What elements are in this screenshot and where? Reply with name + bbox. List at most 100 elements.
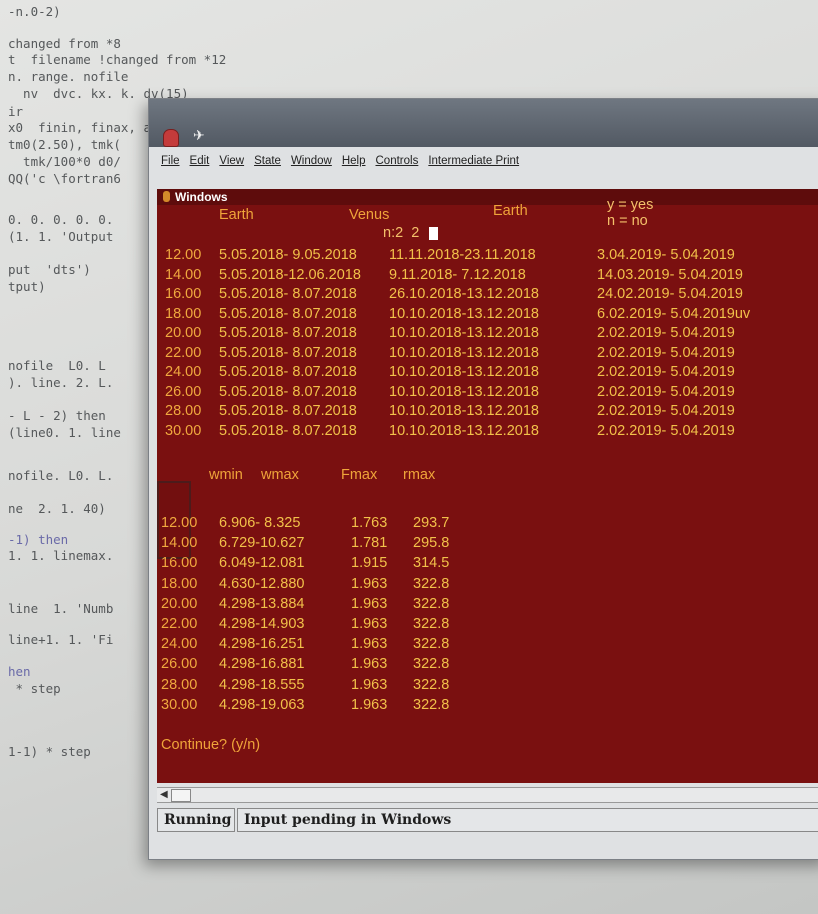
code-line: t filename !changed from *12 <box>8 52 227 67</box>
table1-cell-b: 10.10.2018-13.12.2018 <box>389 325 539 341</box>
menu-bar: File Edit View State Window Help Controls Inter… <box>149 155 519 177</box>
code-line: - L - 2) then <box>8 408 106 423</box>
table2-cell-w: 4.298-16.251 <box>219 636 305 653</box>
table1-cell-t: 18.00 <box>165 305 202 322</box>
menu-item-edit[interactable]: Edit <box>190 155 210 177</box>
table1-cell-c: 24.02.2019- 5.04.2019 <box>597 286 743 302</box>
table1-cell-a: 5.05.2018- 8.07.2018 <box>219 383 357 400</box>
table1-cell-b: 10.10.2018-13.12.2018 <box>389 344 539 361</box>
table1-cell-t: 12.00 <box>165 247 202 263</box>
col-header-wmax: wmax <box>261 467 299 483</box>
table1-cell-b: 10.10.2018-13.12.2018 <box>389 383 539 400</box>
code-line: 1. 1. linemax. <box>8 548 114 563</box>
table1-cell-a: 5.05.2018- 9.05.2018 <box>219 247 357 263</box>
code-line: put 'dts') <box>8 262 91 277</box>
table2-cell-t: 30.00 <box>161 696 198 713</box>
menu-item-controls[interactable]: Controls <box>376 155 419 177</box>
table1-cell-c: 14.03.2019- 5.04.2019 <box>597 266 743 283</box>
table2-cell-w: 6.906- 8.325 <box>219 515 301 531</box>
code-line: tmk/100*0 d0/ <box>8 154 121 169</box>
legend-no: n = no <box>607 213 648 229</box>
table1-cell-t: 16.00 <box>165 286 202 302</box>
table1-cell-b: 26.10.2018-13.12.2018 <box>389 286 539 302</box>
table2-cell-r: 322.8 <box>413 696 450 713</box>
table2-cell-r: 322.8 <box>413 636 450 653</box>
table1-cell-t: 24.00 <box>165 364 202 380</box>
menu-item-view[interactable]: View <box>219 155 244 177</box>
table2-cell-w: 4.298-13.884 <box>219 595 305 612</box>
table2-cell-t: 18.00 <box>161 575 198 592</box>
col-header-wmin: wmin <box>209 467 243 483</box>
table1-cell-a: 5.05.2018- 8.07.2018 <box>219 364 357 380</box>
table2-cell-f: 1.963 <box>351 636 388 653</box>
table2-cell-f: 1.963 <box>351 656 388 673</box>
table2-cell-t: 20.00 <box>161 595 198 612</box>
table2-cell-w: 4.298-19.063 <box>219 696 305 713</box>
table2-cell-w: 6.049-12.081 <box>219 555 305 572</box>
table2-cell-w: 4.298-16.881 <box>219 656 305 673</box>
table1-cell-t: 28.00 <box>165 403 202 419</box>
table2-cell-t: 28.00 <box>161 676 198 693</box>
console-window[interactable]: Windows Earth Venus Earth y = yes n = no… <box>157 189 818 783</box>
table2-cell-f: 1.915 <box>351 555 388 572</box>
code-line: tput) <box>8 279 46 294</box>
input-prompt[interactable]: n:2 2 <box>383 225 419 241</box>
table2-cell-t: 16.00 <box>161 555 198 572</box>
console-title-bar: Windows <box>157 189 818 205</box>
table1-cell-c: 2.02.2019- 5.04.2019 <box>597 364 735 380</box>
table2-cell-w: 4.298-14.903 <box>219 616 305 632</box>
menu-item-window[interactable]: Window <box>291 155 332 177</box>
code-line: hen <box>8 664 31 679</box>
table1-cell-a: 5.05.2018- 8.07.2018 <box>219 422 357 439</box>
pin-icon[interactable]: ✈ <box>193 127 205 144</box>
code-line: tm0(2.50), tmk( <box>8 137 121 152</box>
code-line: changed from *8 <box>8 36 121 51</box>
table1-cell-t: 14.00 <box>165 266 202 283</box>
table1-cell-a: 5.05.2018- 8.07.2018 <box>219 344 357 361</box>
table2-cell-r: 322.8 <box>413 595 450 612</box>
menu-item-help[interactable]: Help <box>342 155 366 177</box>
table1-cell-a: 5.05.2018- 8.07.2018 <box>219 305 357 322</box>
table2-cell-r: 322.8 <box>413 616 450 632</box>
table2-cell-t: 14.00 <box>161 535 198 552</box>
menu-item-state[interactable]: State <box>254 155 281 177</box>
table1-cell-t: 20.00 <box>165 325 202 341</box>
code-line: ne 2. 1. 40) <box>8 501 106 516</box>
table1-cell-b: 10.10.2018-13.12.2018 <box>389 364 539 380</box>
table2-cell-w: 4.298-18.555 <box>219 676 305 693</box>
table2-cell-f: 1.763 <box>351 515 388 531</box>
code-line: -1) then <box>8 532 69 547</box>
table2-cell-f: 1.963 <box>351 616 388 632</box>
table2-cell-t: 22.00 <box>161 616 198 632</box>
application-window: ✈ File Edit View State Window Help Controls Int… <box>148 98 818 860</box>
code-line: (1. 1. 'Output <box>8 229 114 244</box>
table1-cell-t: 22.00 <box>165 344 202 361</box>
continue-prompt[interactable]: Continue? (y/n) <box>161 737 260 753</box>
table2-cell-r: 314.5 <box>413 555 450 572</box>
table2-cell-r: 293.7 <box>413 515 450 531</box>
menu-item-file[interactable]: File <box>161 155 180 177</box>
col-header-earth-1: Earth <box>219 207 254 223</box>
console-app-icon <box>163 191 170 202</box>
table1-cell-c: 2.02.2019- 5.04.2019 <box>597 422 735 439</box>
code-line: * step <box>8 681 61 696</box>
table1-cell-b: 10.10.2018-13.12.2018 <box>389 422 539 439</box>
table2-cell-w: 4.630-12.880 <box>219 575 305 592</box>
col-header-rmax: rmax <box>403 467 436 483</box>
code-line: nofile L0. L <box>8 358 106 373</box>
table2-cell-r: 322.8 <box>413 676 450 693</box>
scroll-left-icon[interactable]: ◀ <box>160 789 168 800</box>
status-bar: Running Input pending in Windows <box>157 806 818 832</box>
col-header-earth-2: Earth <box>493 203 528 219</box>
console-title: Windows <box>175 190 228 204</box>
table1-cell-a: 5.05.2018- 8.07.2018 <box>219 325 357 341</box>
code-line: line+1. 1. 'Fi <box>8 632 114 647</box>
menu-item-intermediate-print[interactable]: Intermediate Print <box>428 155 519 177</box>
horizontal-scrollbar[interactable]: ◀ <box>157 787 818 803</box>
table2-cell-t: 12.00 <box>161 515 198 531</box>
table1-cell-t: 30.00 <box>165 422 202 439</box>
table1-cell-c: 2.02.2019- 5.04.2019 <box>597 383 735 400</box>
status-message: Input pending in Windows <box>237 808 818 832</box>
table1-cell-c: 6.02.2019- 5.04.2019uv <box>597 305 751 322</box>
scroll-thumb[interactable] <box>171 789 191 802</box>
